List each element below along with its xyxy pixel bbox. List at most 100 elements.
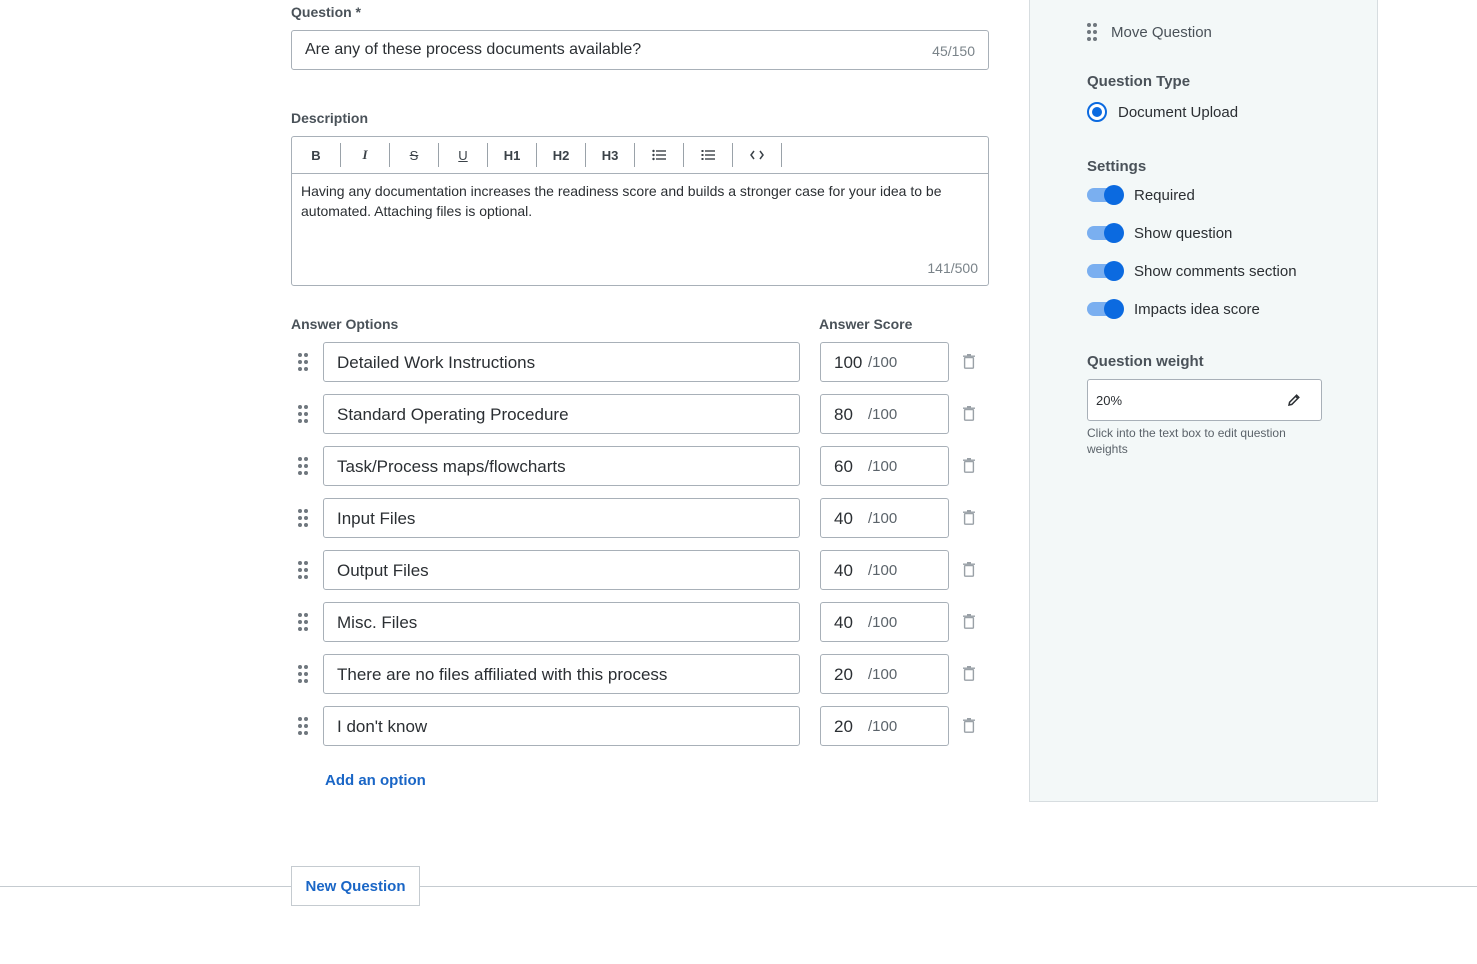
- trash-icon[interactable]: [963, 354, 975, 369]
- answer-score-input[interactable]: 20/100: [820, 706, 949, 746]
- heading3-icon: H3: [601, 147, 619, 163]
- question-type-radio[interactable]: Document Upload: [1087, 102, 1238, 122]
- trash-icon[interactable]: [963, 562, 975, 577]
- answer-score-label: Answer Score: [819, 316, 913, 332]
- trash-icon[interactable]: [963, 666, 975, 681]
- trash-icon[interactable]: [963, 614, 975, 629]
- drag-handle-icon[interactable]: [298, 561, 308, 579]
- setting-toggle-row: Show question: [1087, 223, 1232, 243]
- bold-button[interactable]: B: [292, 143, 341, 167]
- strikethrough-icon: S: [409, 147, 419, 163]
- answer-option-input[interactable]: There are no files affiliated with this …: [323, 654, 800, 694]
- heading2-icon: H2: [552, 147, 570, 163]
- answer-score-max: /100: [868, 614, 898, 631]
- setting-toggle[interactable]: [1087, 261, 1124, 281]
- heading3-button[interactable]: H3: [586, 143, 635, 167]
- editor-toolbar: B I S U H1 H2 H3: [292, 137, 988, 174]
- settings-heading: Settings: [1087, 158, 1147, 175]
- drag-handle-icon: [1087, 23, 1097, 41]
- answer-score-input[interactable]: 60/100: [820, 446, 949, 486]
- answer-score-max: /100: [868, 510, 898, 527]
- drag-handle-icon[interactable]: [298, 457, 308, 475]
- question-weight-input[interactable]: 20%: [1087, 379, 1322, 421]
- answer-score-input[interactable]: 40/100: [820, 498, 949, 538]
- numbered-list-button[interactable]: [684, 143, 733, 167]
- question-type-value: Document Upload: [1118, 103, 1239, 121]
- drag-handle-icon[interactable]: [298, 509, 308, 527]
- answer-option-row: There are no files affiliated with this …: [291, 654, 991, 694]
- drag-handle-icon[interactable]: [298, 353, 308, 371]
- setting-toggle-label: Impacts idea score: [1134, 300, 1260, 318]
- strikethrough-button[interactable]: S: [390, 143, 439, 167]
- question-input-value: Are any of these process documents avail…: [305, 41, 642, 58]
- answer-score-value: 20: [834, 717, 853, 736]
- answer-option-row: Standard Operating Procedure 80/100: [291, 394, 991, 434]
- move-question-label: Move Question: [1111, 23, 1212, 41]
- answer-score-max: /100: [868, 354, 898, 371]
- answer-option-input[interactable]: Input Files: [323, 498, 800, 538]
- numbered-list-icon: [701, 150, 715, 160]
- drag-handle-icon[interactable]: [298, 405, 308, 423]
- answer-options-label: Answer Options: [291, 316, 399, 332]
- trash-icon[interactable]: [963, 718, 975, 733]
- add-option-link[interactable]: Add an option: [325, 772, 426, 789]
- question-input[interactable]: Are any of these process documents avail…: [291, 30, 989, 70]
- answer-option-input[interactable]: Output Files: [323, 550, 800, 590]
- pencil-icon[interactable]: [1287, 393, 1301, 407]
- answer-option-input[interactable]: Detailed Work Instructions: [323, 342, 800, 382]
- answer-score-max: /100: [868, 458, 898, 475]
- description-label: Description: [291, 110, 369, 126]
- drag-handle-icon[interactable]: [298, 717, 308, 735]
- question-char-count: 45/150: [932, 43, 975, 59]
- heading1-button[interactable]: H1: [488, 143, 537, 167]
- drag-handle-icon[interactable]: [298, 665, 308, 683]
- trash-icon[interactable]: [963, 510, 975, 525]
- trash-icon[interactable]: [963, 406, 975, 421]
- answer-score-input[interactable]: 40/100: [820, 602, 949, 642]
- bold-icon: B: [311, 147, 321, 163]
- question-weight-heading: Question weight: [1087, 353, 1204, 370]
- answer-score-input[interactable]: 40/100: [820, 550, 949, 590]
- answer-option-value: Task/Process maps/flowcharts: [337, 457, 566, 476]
- answer-score-value: 80: [834, 405, 853, 424]
- setting-toggle[interactable]: [1087, 223, 1124, 243]
- answer-option-value: There are no files affiliated with this …: [337, 665, 668, 684]
- answer-score-input[interactable]: 80/100: [820, 394, 949, 434]
- answer-score-input[interactable]: 20/100: [820, 654, 949, 694]
- setting-toggle[interactable]: [1087, 185, 1124, 205]
- setting-toggle-row: Show comments section: [1087, 261, 1297, 281]
- answer-score-input[interactable]: 100/100: [820, 342, 949, 382]
- description-char-count: 141/500: [927, 260, 978, 276]
- italic-icon: I: [362, 147, 368, 162]
- description-text: Having any documentation increases the r…: [301, 183, 942, 219]
- italic-button[interactable]: I: [341, 143, 390, 167]
- answer-option-input[interactable]: I don't know: [323, 706, 800, 746]
- move-question-handle[interactable]: Move Question: [1087, 23, 1212, 41]
- description-editor[interactable]: B I S U H1 H2 H3 Having any documentatio…: [291, 136, 989, 286]
- code-icon: [750, 150, 764, 160]
- question-settings-panel: Move Question Question Type Document Upl…: [1029, 0, 1378, 802]
- answer-option-input[interactable]: Task/Process maps/flowcharts: [323, 446, 800, 486]
- answer-option-input[interactable]: Misc. Files: [323, 602, 800, 642]
- setting-toggle-label: Required: [1134, 186, 1195, 204]
- answer-score-value: 40: [834, 509, 853, 528]
- new-question-button[interactable]: New Question: [291, 866, 420, 906]
- underline-icon: U: [458, 147, 468, 163]
- drag-handle-icon[interactable]: [298, 613, 308, 631]
- setting-toggle[interactable]: [1087, 299, 1124, 319]
- question-label: Question *: [291, 4, 362, 20]
- answer-option-row: Detailed Work Instructions 100/100: [291, 342, 991, 382]
- underline-button[interactable]: U: [439, 143, 488, 167]
- setting-toggle-row: Impacts idea score: [1087, 299, 1260, 319]
- answer-option-input[interactable]: Standard Operating Procedure: [323, 394, 800, 434]
- answer-score-max: /100: [868, 406, 898, 423]
- answer-score-max: /100: [868, 666, 898, 683]
- answer-option-row: Task/Process maps/flowcharts 60/100: [291, 446, 991, 486]
- code-button[interactable]: [733, 143, 782, 167]
- answer-option-value: I don't know: [337, 717, 428, 736]
- trash-icon[interactable]: [963, 458, 975, 473]
- answer-option-value: Detailed Work Instructions: [337, 353, 536, 372]
- bullet-list-button[interactable]: [635, 143, 684, 167]
- heading2-button[interactable]: H2: [537, 143, 586, 167]
- answer-option-value: Misc. Files: [337, 613, 418, 632]
